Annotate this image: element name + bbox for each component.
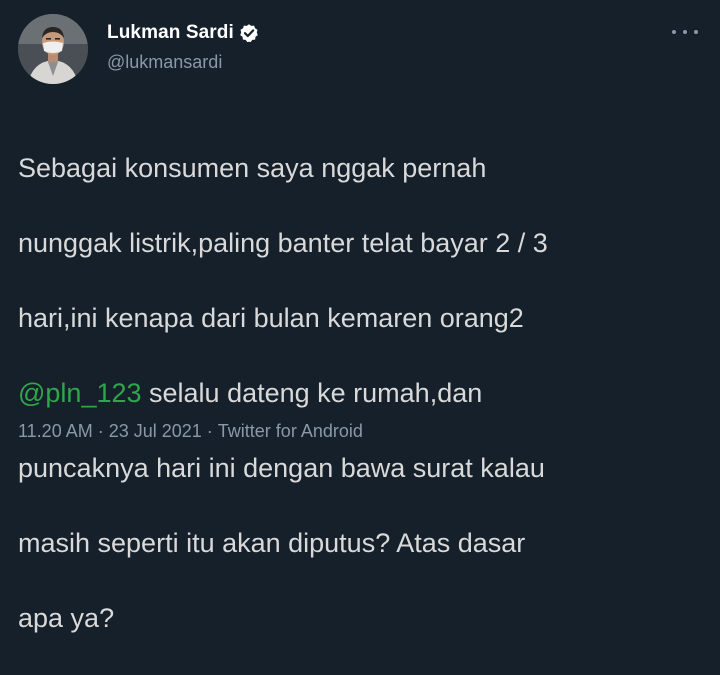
tweet-metadata: 11.20 AM · 23 Jul 2021 · Twitter for Android	[18, 421, 363, 442]
tweet-line: apa ya?	[18, 602, 115, 633]
tweet-line: masih seperti itu akan diputus? Atas das…	[18, 527, 526, 558]
separator: ·	[97, 421, 104, 441]
tweet-text: Sebagai konsumen saya nggak pernah nungg…	[18, 112, 708, 675]
tweet-line: puncaknya hari ini dengan bawa surat kal…	[18, 452, 545, 483]
tweet-time[interactable]: 11.20 AM	[18, 421, 93, 441]
tweet-line: nunggak listrik,paling banter telat baya…	[18, 227, 548, 258]
tweet-card: Lukman Sardi @lukmansardi Sebagai konsum…	[0, 0, 720, 633]
tweet-source[interactable]: Twitter for Android	[218, 421, 363, 441]
display-name[interactable]: Lukman Sardi	[107, 22, 234, 44]
separator: ·	[206, 421, 213, 441]
tweet-line-with-mention: @pln_123 selalu dateng ke rumah,dan	[18, 375, 708, 413]
tweet-line: hari,ini kenapa dari bulan kemaren orang…	[18, 302, 524, 333]
dot	[672, 30, 676, 34]
user-name-row: Lukman Sardi	[107, 22, 259, 44]
dot	[694, 30, 698, 34]
user-handle[interactable]: @lukmansardi	[107, 52, 222, 73]
more-options-icon[interactable]	[672, 22, 698, 42]
avatar[interactable]	[18, 14, 88, 84]
dot	[683, 30, 687, 34]
tweet-line-rest: selalu dateng ke rumah,dan	[141, 377, 483, 408]
tweet-date[interactable]: 23 Jul 2021	[109, 421, 202, 441]
mention-link[interactable]: @pln_123	[18, 378, 142, 408]
avatar-photo	[18, 14, 88, 84]
verified-badge-icon	[239, 23, 259, 43]
tweet-line: Sebagai konsumen saya nggak pernah	[18, 152, 487, 183]
